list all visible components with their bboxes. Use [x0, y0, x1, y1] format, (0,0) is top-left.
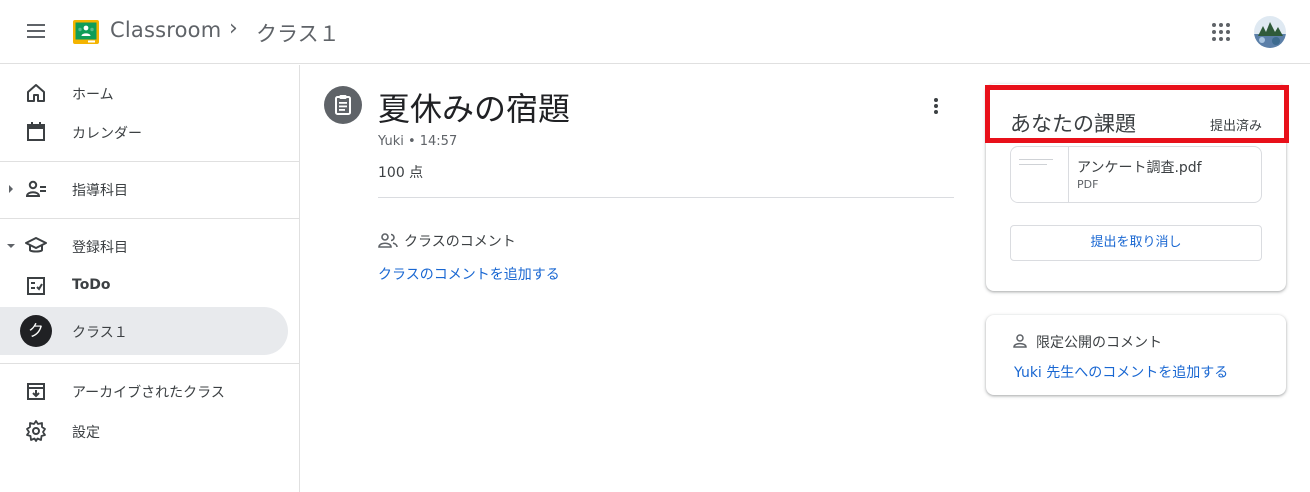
todo-icon [27, 277, 45, 295]
sidebar-item-label: 設定 [72, 425, 100, 441]
account-avatar[interactable] [1254, 16, 1286, 48]
breadcrumb-chevron-icon: › [229, 16, 238, 41]
content-divider [378, 197, 954, 198]
assignment-points: 100 点 [378, 165, 424, 181]
caret-down-icon[interactable] [6, 241, 16, 251]
nav-divider [0, 218, 300, 219]
assignment-icon [324, 86, 362, 124]
sidebar-item-label: 登録科目 [72, 240, 128, 256]
unsubmit-button[interactable]: 提出を取り消し [1010, 225, 1262, 261]
google-apps-icon[interactable] [1212, 23, 1230, 41]
menu-bar [27, 36, 45, 38]
main-menu-button[interactable] [22, 20, 50, 44]
gear-icon [26, 420, 46, 442]
people-icon [378, 233, 398, 248]
classroom-logo-icon[interactable] [73, 20, 99, 44]
private-comments-card: 限定公開のコメント Yuki 先生へのコメントを追加する [986, 315, 1286, 395]
class-comments-title: クラスのコメント [404, 234, 516, 250]
app-title[interactable]: Classroom [110, 18, 221, 42]
add-private-comment-link[interactable]: Yuki 先生へのコメントを追加する [1014, 362, 1228, 382]
sidebar-item-label: アーカイブされたクラス [72, 385, 225, 401]
home-icon [27, 84, 45, 102]
person-icon [1013, 334, 1027, 348]
teaching-icon [25, 180, 46, 197]
sidebar-item-settings[interactable]: 設定 [0, 407, 288, 455]
assignment-meta: Yuki • 14:57 [378, 134, 458, 149]
sidebar-item-label: クラス１ [72, 325, 128, 341]
menu-bar [27, 30, 45, 32]
sidebar-item-label: ToDo [72, 277, 111, 293]
sidebar-item-todo[interactable]: ToDo [0, 262, 288, 310]
private-comments-title: 限定公開のコメント [1036, 335, 1162, 351]
enrolled-icon [25, 237, 47, 253]
menu-bar [27, 24, 45, 26]
navigation-drawer: ホーム カレンダー 指導科目 登録科目 ToDo ク クラス１ アーカイブされた… [0, 65, 300, 492]
caret-right-icon[interactable] [6, 184, 16, 194]
top-app-bar: Classroom › クラス１ [0, 0, 1310, 64]
archive-icon [27, 383, 45, 400]
nav-divider [0, 161, 300, 162]
calendar-icon [27, 122, 45, 141]
add-class-comment-link[interactable]: クラスのコメントを追加する [378, 264, 560, 284]
assignment-title: 夏休みの宿題 [378, 90, 571, 128]
attachment-type: PDF [1077, 178, 1099, 191]
attachment-card[interactable]: アンケート調査.pdf PDF [1010, 146, 1262, 203]
attachment-name: アンケート調査.pdf [1077, 160, 1202, 176]
more-options-icon[interactable] [922, 94, 950, 122]
sidebar-item-label: カレンダー [72, 126, 142, 142]
sidebar-item-class1[interactable]: ク クラス１ [0, 307, 288, 355]
sidebar-item-teaching[interactable]: 指導科目 [0, 165, 288, 213]
sidebar-item-label: ホーム [72, 87, 114, 103]
sidebar-item-calendar[interactable]: カレンダー [0, 108, 288, 156]
sidebar-item-label: 指導科目 [72, 183, 128, 199]
attachment-thumbnail [1011, 147, 1069, 202]
highlight-annotation [985, 85, 1289, 143]
nav-divider [0, 363, 300, 364]
class-avatar: ク [20, 315, 52, 347]
breadcrumb-class[interactable]: クラス１ [256, 18, 340, 48]
